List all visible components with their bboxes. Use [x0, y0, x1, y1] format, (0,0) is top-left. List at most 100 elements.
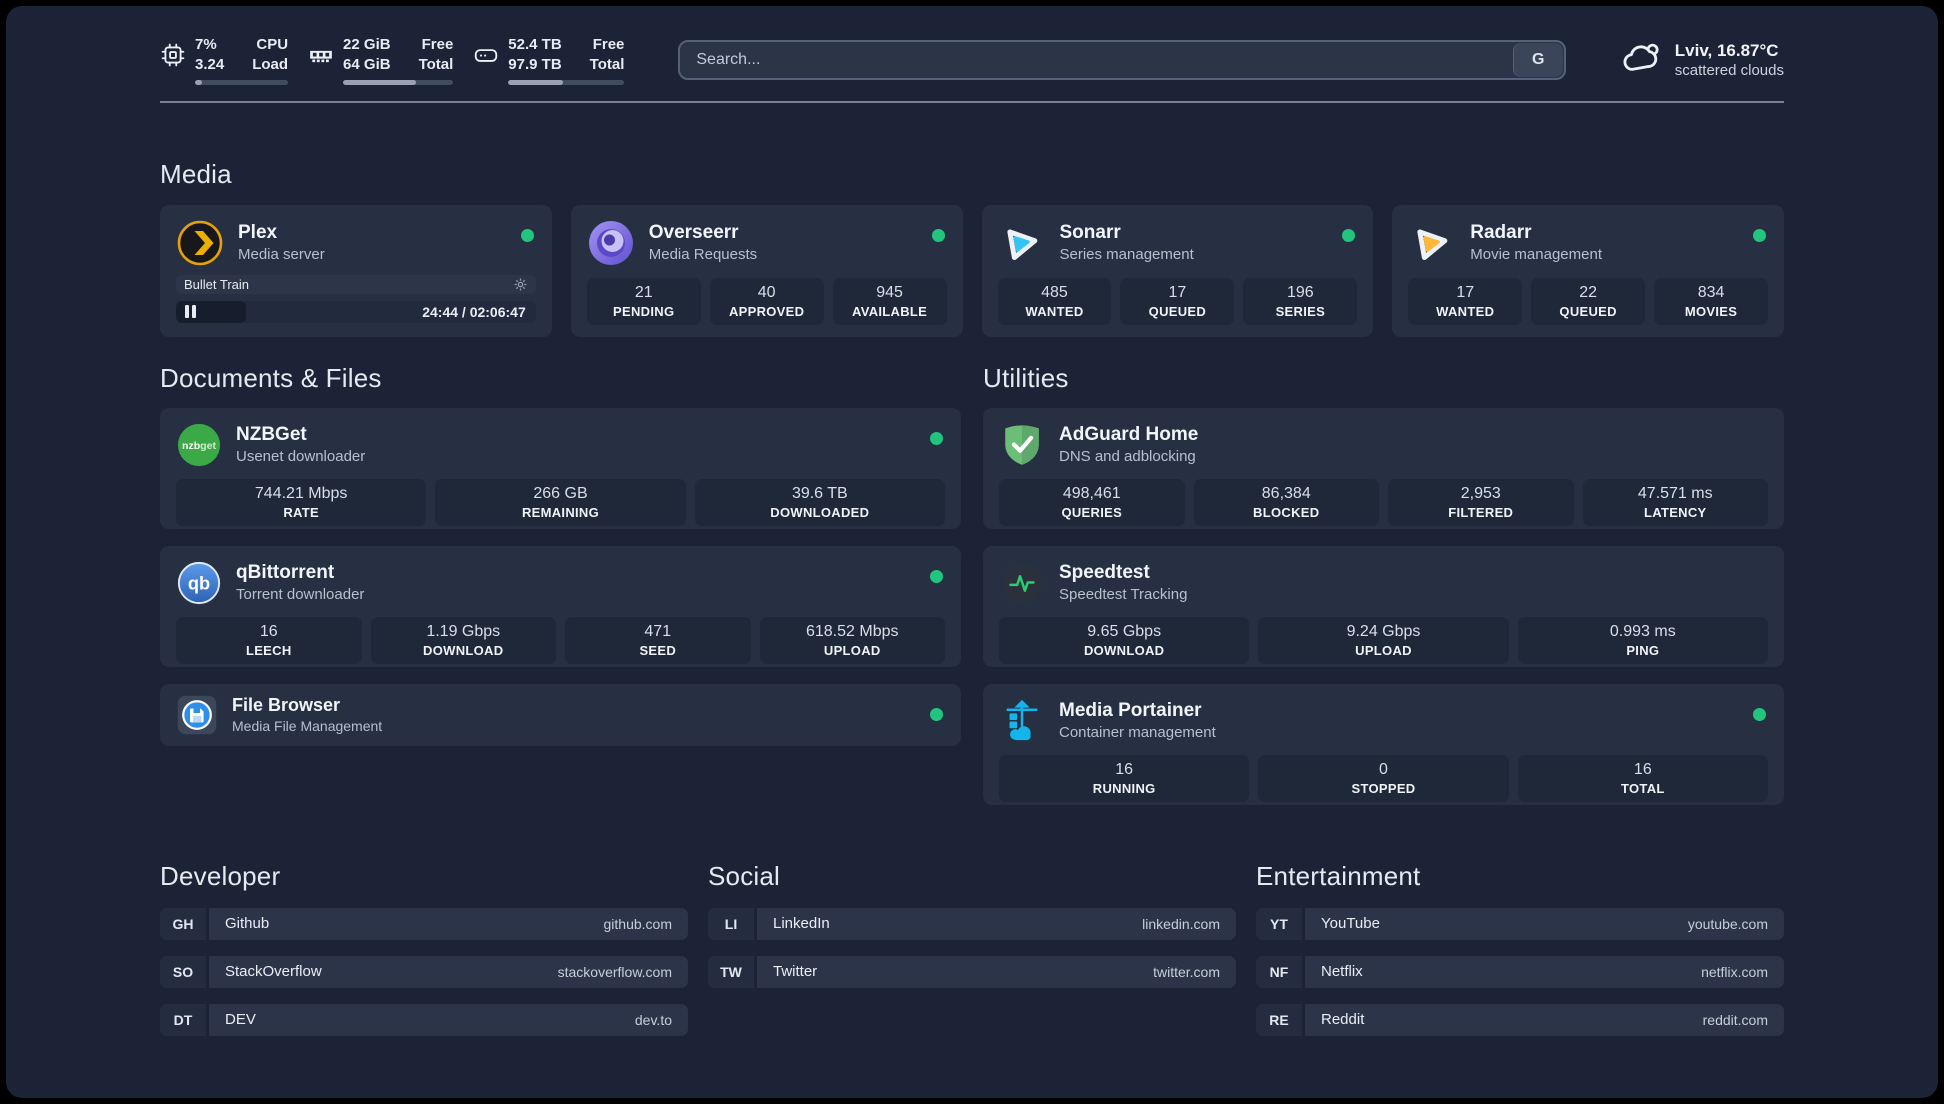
app-card-portainer[interactable]: Media Portainer Container management 16 … [983, 683, 1784, 805]
link-tag[interactable]: GH [160, 907, 206, 940]
stat-value: 16 [1633, 761, 1652, 779]
app-card-qbittorrent[interactable]: qb qBittorrent Torrent downloader 16 LEE… [160, 545, 961, 667]
app-card-filebrowser[interactable]: File Browser Media File Management [160, 683, 961, 746]
stat-value: 498,461 [1062, 485, 1121, 503]
search-engine-button[interactable]: G [1512, 43, 1563, 78]
dashboard-window: 7% CPU 3.24 Load 22 GiB Free 64 GiB Tota… [6, 6, 1938, 1098]
disk-total-value: 97.9 TB [508, 55, 562, 73]
app-card-speedtest[interactable]: Speedtest Speedtest Tracking 9.65 Gbps D… [983, 545, 1784, 667]
section-utilities: Utilities AdGuard Home DNS and adblockin… [983, 363, 1784, 805]
memory-total-label: Total [418, 55, 454, 73]
stat-value: 196 [1286, 284, 1314, 302]
stat-wanted: 17 WANTED [1408, 277, 1523, 325]
stat-value: 945 [876, 284, 903, 302]
app-name: qBittorrent [236, 561, 335, 583]
stat-label: APPROVED [728, 303, 805, 319]
link-name: DEV [225, 1011, 256, 1028]
svg-text:qb: qb [188, 573, 210, 593]
speedtest-icon [999, 560, 1045, 606]
radarr-icon [1408, 219, 1456, 267]
search-input[interactable] [678, 40, 1566, 81]
stat-pending: 21 PENDING [586, 277, 701, 325]
stat-value: 47.571 ms [1637, 485, 1713, 503]
stat-label: STOPPED [1351, 780, 1416, 796]
stat-label: UPLOAD [1355, 642, 1412, 658]
section-media: Media Plex Media server Bullet Train 24:… [160, 159, 1784, 337]
status-dot [1342, 228, 1356, 242]
link-tag[interactable]: NF [1256, 955, 1302, 988]
stat-value: 22 [1579, 284, 1598, 302]
stat-total: 16 TOTAL [1517, 754, 1768, 802]
search-bar: G [678, 40, 1566, 81]
stat-label: TOTAL [1621, 780, 1665, 796]
section-developer: Developer GH Github github.com SO StackO… [160, 861, 688, 1036]
app-card-overseerr[interactable]: Overseerr Media Requests 21 PENDING 40 A… [570, 204, 963, 337]
link-tag[interactable]: LI [708, 907, 754, 940]
status-dot [930, 707, 943, 721]
stat-value: 744.21 Mbps [254, 485, 348, 503]
stat-ping: 0.993 ms PING [1517, 616, 1768, 664]
dashboard-main: Media Plex Media server Bullet Train 24:… [6, 159, 1938, 1036]
link-youtube[interactable]: YouTube youtube.com [1305, 907, 1784, 940]
link-netflix[interactable]: Netflix netflix.com [1305, 955, 1784, 988]
app-name: NZBGet [236, 423, 307, 445]
link-row-reddit: RE Reddit reddit.com [1256, 1003, 1784, 1036]
app-card-nzbget[interactable]: nzbget NZBGet Usenet downloader 744.21 M… [160, 407, 961, 529]
stat-value: 1.19 Gbps [426, 623, 501, 641]
link-url: youtube.com [1687, 915, 1768, 932]
link-row-twitter: TW Twitter twitter.com [708, 955, 1236, 988]
stat-value: 0 [1379, 761, 1388, 779]
app-name: Plex [238, 221, 278, 243]
stat-label: DOWNLOADED [770, 504, 870, 520]
link-tag[interactable]: TW [708, 955, 754, 988]
stat-value: 17 [1456, 284, 1475, 302]
memory-total-value: 64 GiB [343, 55, 391, 73]
pause-icon [185, 305, 196, 319]
status-dot [1753, 228, 1766, 242]
gear-icon[interactable] [513, 277, 528, 292]
stat-value: 16 [259, 623, 278, 641]
disk-free-label: Free [592, 36, 625, 53]
plex-icon [176, 219, 224, 267]
stat-upload: 9.24 Gbps UPLOAD [1258, 616, 1509, 664]
disk-total-label: Total [589, 55, 625, 73]
link-reddit[interactable]: Reddit reddit.com [1305, 1003, 1784, 1036]
stat-value: 39.6 TB [791, 485, 848, 503]
stat-value: 266 GB [533, 485, 588, 503]
stat-value: 9.65 Gbps [1087, 623, 1162, 641]
link-tag[interactable]: SO [160, 955, 206, 988]
link-twitter[interactable]: Twitter twitter.com [757, 955, 1236, 988]
app-description: Container management [1059, 724, 1216, 742]
stat-label: AVAILABLE [851, 303, 928, 319]
link-tag[interactable]: YT [1256, 907, 1302, 940]
section-title-social: Social [708, 860, 781, 891]
stat-seed: 471 SEED [565, 616, 751, 664]
status-dot [931, 228, 945, 242]
link-dev[interactable]: DEV dev.to [209, 1003, 688, 1036]
app-description: Media server [238, 246, 325, 264]
stat-blocked: 86,384 BLOCKED [1193, 478, 1379, 526]
app-card-plex[interactable]: Plex Media server Bullet Train 24:44 / 0… [160, 204, 552, 337]
app-card-radarr[interactable]: Radarr Movie management 17 WANTED 22 QUE… [1392, 204, 1784, 337]
cpu-load-value: 3.24 [195, 55, 225, 73]
sonarr-icon [998, 219, 1046, 267]
link-stackoverflow[interactable]: StackOverflow stackoverflow.com [209, 955, 688, 988]
stat-series: 196 SERIES [1243, 277, 1358, 325]
stat-label: RUNNING [1092, 780, 1156, 796]
link-github[interactable]: Github github.com [209, 907, 688, 940]
stat-label: LEECH [245, 642, 292, 658]
link-url: stackoverflow.com [557, 963, 672, 980]
app-card-adguard[interactable]: AdGuard Home DNS and adblocking 498,461 … [983, 407, 1784, 529]
stat-value: 16 [1115, 761, 1134, 779]
memory-free-value: 22 GiB [343, 36, 391, 53]
link-tag[interactable]: RE [1256, 1003, 1302, 1036]
app-card-sonarr[interactable]: Sonarr Series management 485 WANTED 17 Q… [981, 204, 1374, 337]
link-tag[interactable]: DT [160, 1003, 206, 1036]
cpu-progress-bar [195, 79, 289, 85]
link-linkedin[interactable]: LinkedIn linkedin.com [757, 907, 1236, 940]
stat-latency: 47.571 ms LATENCY [1582, 478, 1768, 526]
stat-remaining: 266 GB REMAINING [435, 478, 686, 526]
stat-filtered: 2,953 FILTERED [1388, 478, 1574, 526]
app-name: Overseerr [648, 221, 739, 243]
cpu-widget: 7% CPU 3.24 Load [160, 36, 289, 85]
